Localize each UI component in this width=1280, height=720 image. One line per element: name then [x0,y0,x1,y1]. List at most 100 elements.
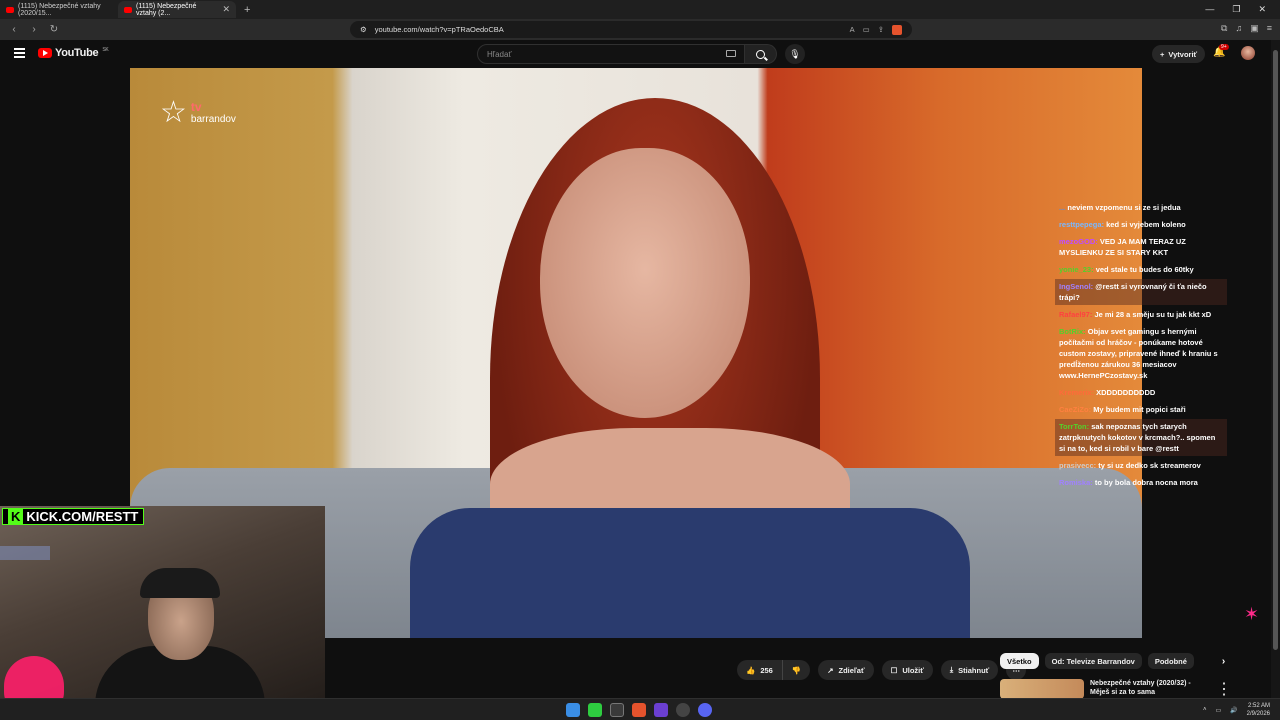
obs-icon[interactable] [654,703,668,717]
chat-username: mezoGOD: [1059,237,1098,246]
chat-message: ... neviem vzpomenu si ze si jedua [1055,200,1227,215]
chip-from-channel[interactable]: Od: Televize Barrandov [1044,653,1142,669]
close-tab-icon[interactable]: ✕ [222,4,230,15]
video-below-area: 👍 256 👎 ↗ Zdieľať ☐ Uložiť ⤓ Stiahnuť ⋯ … [325,638,1280,699]
brave-browser-icon[interactable] [632,703,646,717]
terminal-icon[interactable] [610,703,624,717]
forward-icon[interactable]: › [28,24,40,35]
chat-text: My budem mit popici staři [1093,405,1186,414]
brave-shield-icon[interactable] [892,24,902,35]
dislike-button[interactable]: 👎 [783,660,810,680]
chip-related[interactable]: Podobné [1147,653,1194,669]
clock-date: 2/9/2026 [1246,711,1270,717]
clock-time: 2:52 AM [1247,703,1270,709]
app-circle-icon[interactable] [676,703,690,717]
chat-username: prasivecc: [1059,461,1097,470]
video-person [410,98,970,638]
app-green-icon[interactable] [588,703,602,717]
scrollbar-thumb[interactable] [1273,50,1278,650]
notification-badge: 9+ [1219,44,1229,50]
channel-watermark-name: barrandov [190,114,236,126]
page-scrollbar[interactable] [1271,40,1280,698]
channel-watermark-text: tv barrandov [190,99,236,126]
kebab-menu-icon[interactable]: ⋮ [1216,679,1232,699]
extensions-icon[interactable]: ⧉ [1221,23,1227,34]
recommended-title[interactable]: Nebezpečné vztahy (2020/32) - Měješ si z… [1090,679,1210,699]
voice-search-button[interactable]: 🎙 [785,44,805,64]
stream-chat-overlay: ... neviem vzpomenu si ze si jedua resttp… [1055,200,1227,492]
chevron-right-icon[interactable]: › [1222,656,1225,667]
create-button[interactable]: + Vytvoriť [1152,45,1206,63]
share-icon[interactable]: ⇪ [878,25,884,35]
chat-username: Kremerix: [1059,388,1095,397]
save-button[interactable]: ☐ Uložiť [881,660,933,680]
search-input[interactable]: Hľadať [477,44,746,64]
system-tray: ˄ ▭ 🔊 2:52 AM 2/9/2026 [1203,702,1270,718]
microphone-icon: 🎙 [789,48,801,59]
search-icon [756,49,766,59]
browser-tab-active[interactable]: (1115) Nebezpečné vztahy (2... ✕ [118,1,236,18]
youtube-header: YouTube SK Hľadať 🎙 + Vytvoriť 🔔 9+ [0,40,1280,68]
minimize-icon[interactable]: — [1205,4,1214,15]
back-icon[interactable]: ‹ [8,24,20,35]
close-window-icon[interactable]: ✕ [1258,4,1266,15]
chat-message: CaeZiZo: My budem mit popici staři [1055,402,1227,417]
keyboard-icon[interactable] [726,50,737,57]
url-text: youtube.com/watch?v=pTRaOedoCBA [374,25,504,34]
chat-message: yonie_23: ved stale tu budes do 60tky [1055,262,1227,277]
kick-channel-banner: K KICK.COM/RESTT [2,508,145,525]
youtube-favicon-icon [124,6,132,13]
video-person-face [540,148,750,418]
chip-all[interactable]: Všetko [1000,653,1039,669]
browser-tab[interactable]: (1115) Nebezpečné vztahy (2020/15... [0,1,118,18]
search-button[interactable] [745,44,777,64]
download-button[interactable]: ⤓ Stiahnuť [940,660,999,680]
channel-watermark-tv: tv [190,99,202,114]
chat-username: IngSenol: [1059,282,1094,291]
tab-title: (1115) Nebezpečné vztahy (2020/15... [18,2,101,17]
account-avatar[interactable] [1241,46,1255,60]
discord-icon[interactable] [698,703,712,717]
network-icon[interactable]: ▭ [1215,707,1221,714]
chat-username: TorrTon: [1059,422,1090,431]
maximize-icon[interactable]: ❐ [1232,4,1240,15]
chat-message: mezoGOD: VED JA MAM TERAZ UZ MYSLIENKU Z… [1055,234,1227,260]
tray-chevron-icon[interactable]: ˄ [1203,707,1207,713]
clock[interactable]: 2:52 AM 2/9/2026 [1247,702,1270,718]
like-button[interactable]: 👍 256 [737,660,783,680]
chat-message: TorrTon: sak nepoznas tych starych zatrp… [1055,419,1227,456]
youtube-play-icon [38,48,52,58]
video-person-dress [410,508,970,638]
search-placeholder: Hľadať [487,50,512,59]
reload-icon[interactable]: ↻ [48,24,60,35]
recommended-thumbnail[interactable] [1000,679,1084,699]
chat-username: yonie_23: [1059,265,1094,274]
cast-icon[interactable]: ▭ [863,25,870,35]
windows-start-icon[interactable] [566,703,580,717]
address-bar[interactable]: ⚙ youtube.com/watch?v=pTRaOedoCBA A ▭ ⇪ [350,21,912,38]
translate-icon[interactable]: A [850,25,855,35]
streamer-cap [140,568,220,598]
taskbar-apps [566,703,712,717]
volume-icon[interactable]: 🔊 [1230,707,1237,714]
chat-text: ty si uz dedko sk streamerov [1098,461,1201,470]
chat-username: Rafael97: [1059,310,1093,319]
chat-message: Romiska: to by bola dobra nocna mora [1055,475,1227,490]
music-icon[interactable]: ♫ [1235,23,1242,34]
thumbs-down-icon: 👎 [791,665,802,675]
region-code: SK [102,47,109,53]
share-arrow-icon: ↗ [827,665,834,675]
youtube-logo[interactable]: YouTube SK [38,47,109,59]
wallet-icon[interactable]: ▣ [1250,23,1259,34]
download-icon: ⤓ [949,665,954,674]
recommended-video[interactable]: Nebezpečné vztahy (2020/32) - Měješ si z… [1000,679,1232,699]
menu-icon[interactable]: ≡ [1267,23,1272,34]
hamburger-menu-icon[interactable] [14,48,25,58]
like-count: 256 [760,665,773,675]
browser-tab-bar: (1115) Nebezpečné vztahy (2020/15... (11… [0,0,1280,19]
new-tab-icon[interactable]: + [244,4,250,16]
site-info-icon[interactable]: ⚙ [360,25,367,34]
share-button[interactable]: ↗ Zdieľať [818,660,874,680]
kick-logo-icon: K [8,509,24,524]
chat-message: BotRix: Objav svet gamingu s hernými poč… [1055,324,1227,383]
